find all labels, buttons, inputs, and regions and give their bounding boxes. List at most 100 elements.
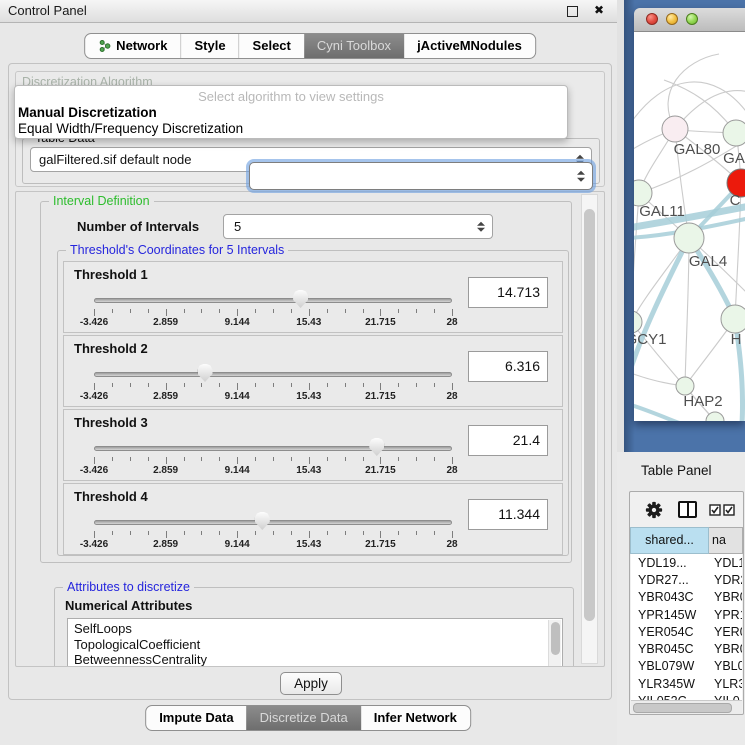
table-row[interactable]: YER054CYER0 [631,623,742,640]
tick-label: 9.144 [212,391,262,402]
tick-label: 28 [427,539,477,550]
table-panel-title: Table Panel [641,463,712,478]
table-row[interactable]: YLR345WYLR3 [631,675,742,692]
vertical-scrollbar-thumb[interactable] [584,209,595,621]
tick-mark [273,309,274,313]
tab-label: Style [194,34,225,58]
slider-track[interactable] [94,520,452,525]
table-panel: Table Panel [617,452,745,745]
tab-network[interactable]: Network [85,34,180,58]
network-icon [98,39,111,53]
list-scrollbar-thumb[interactable] [551,622,560,655]
bottom-tab-discretize-data[interactable]: Discretize Data [247,706,361,730]
threshold-value-field[interactable]: 11.344 [468,499,548,530]
attribute-item-selfloops[interactable]: SelfLoops [68,621,562,637]
tick-mark [416,457,417,461]
checkbox-icons[interactable] [709,504,735,516]
attribute-item-betweennesscentrality[interactable]: BetweennessCentrality [68,652,562,667]
slider-thumb[interactable] [198,364,213,382]
node-label: GA [723,150,745,167]
column-layout-icon[interactable] [678,501,697,518]
node-label: GCY1 [634,331,666,348]
tab-label: jActiveMNodules [417,34,522,58]
vertical-scrollbar[interactable] [581,194,598,664]
close-traffic-light-icon[interactable] [646,13,658,25]
network-node-h[interactable] [721,305,745,333]
checkbox-icon[interactable] [723,504,735,516]
tab-select[interactable]: Select [239,34,304,58]
horizontal-scrollbar-thumb[interactable] [633,703,732,713]
network-node-gal80[interactable] [662,116,688,142]
horizontal-scrollbar[interactable] [631,700,742,714]
tab-cyni-toolbox[interactable]: Cyni Toolbox [304,34,404,58]
threshold-value-field[interactable]: 21.4 [468,425,548,456]
num-intervals-spinner[interactable]: 5 [223,214,493,239]
bottom-tab-impute-data[interactable]: Impute Data [146,706,246,730]
column-header-name[interactable]: na [709,527,743,554]
slider-thumb[interactable] [255,512,270,530]
slider-thumb[interactable] [293,290,308,308]
tick-mark [291,531,292,535]
node-label: GAL11 [639,203,685,220]
table-row[interactable]: YDL19...YDL1 [631,554,742,571]
tick-mark [94,383,95,390]
network-node-gcy1[interactable] [634,311,642,333]
num-intervals-label: Number of Intervals [77,219,199,234]
tab-style[interactable]: Style [180,34,238,58]
slider-track[interactable] [94,446,452,451]
threshold-row-threshold-4: Threshold 4-3.4262.8599.14415.4321.71528… [63,483,563,555]
table-row[interactable]: YBL079WYBL0 [631,658,742,675]
tick-mark [363,309,364,313]
network-node-top-right[interactable] [723,120,745,146]
tick-mark [219,309,220,313]
close-icon[interactable]: ✖ [594,3,604,17]
slider-track[interactable] [94,298,452,303]
spinner-arrows-icon [577,171,585,182]
gear-icon[interactable] [645,501,663,519]
table-row[interactable]: YBR043CYBR0 [631,589,742,606]
tick-mark [434,457,435,461]
tick-mark [291,457,292,461]
network-node-gal4[interactable] [674,223,704,253]
table-row[interactable]: YDR27...YDR2 [631,571,742,588]
tick-mark [201,309,202,313]
slider-thumb[interactable] [369,438,384,456]
tick-label: 15.43 [284,539,334,550]
tick-label: 15.43 [284,391,334,402]
network-canvas[interactable]: GAL80GACGAL11GAL4GCY1HHAP2 [634,32,745,421]
tick-mark [291,383,292,387]
tick-mark [327,383,328,387]
algorithm-combo[interactable] [249,162,593,190]
tick-label: 21.715 [355,317,405,328]
minimize-traffic-light-icon[interactable] [666,13,678,25]
attribute-item-topologicalcoefficient[interactable]: TopologicalCoefficient [68,637,562,653]
cell-shared-name: YDL19... [631,556,710,570]
tick-mark [237,531,238,538]
tick-label: 9.144 [212,465,262,476]
threshold-value-field[interactable]: 6.316 [468,351,548,382]
network-window-titlebar[interactable] [634,8,745,32]
tab-label: Infer Network [374,706,457,730]
zoom-traffic-light-icon[interactable] [686,13,698,25]
checkbox-icon[interactable] [709,504,721,516]
tick-label: 2.859 [141,465,191,476]
tick-mark [130,531,131,535]
float-window-icon[interactable] [567,6,578,17]
num-intervals-value: 5 [234,219,241,234]
slider-track[interactable] [94,372,452,377]
apply-button[interactable]: Apply [280,672,342,695]
screen: Control Panel ✖ NetworkStyleSelectCyni T… [0,0,745,745]
threshold-value-field[interactable]: 14.713 [468,277,548,308]
column-header-shared-name[interactable]: shared... [630,527,709,554]
tab-jactivemnodules[interactable]: jActiveMNodules [404,34,535,58]
tick-mark [363,531,364,535]
bottom-tab-infer-network[interactable]: Infer Network [361,706,470,730]
table-row[interactable]: YPR145WYPR1 [631,606,742,623]
cell-shared-name: YBL079W [631,659,710,673]
tick-mark [112,531,113,535]
tick-mark [237,309,238,316]
table-row[interactable]: YBR045CYBR0 [631,640,742,657]
dropdown-option-equal-width-frequency[interactable]: Equal Width/Frequency Discretization [18,121,243,136]
dropdown-option-manual-discretization[interactable]: Manual Discretization [18,105,157,120]
list-scrollbar[interactable] [548,620,561,667]
